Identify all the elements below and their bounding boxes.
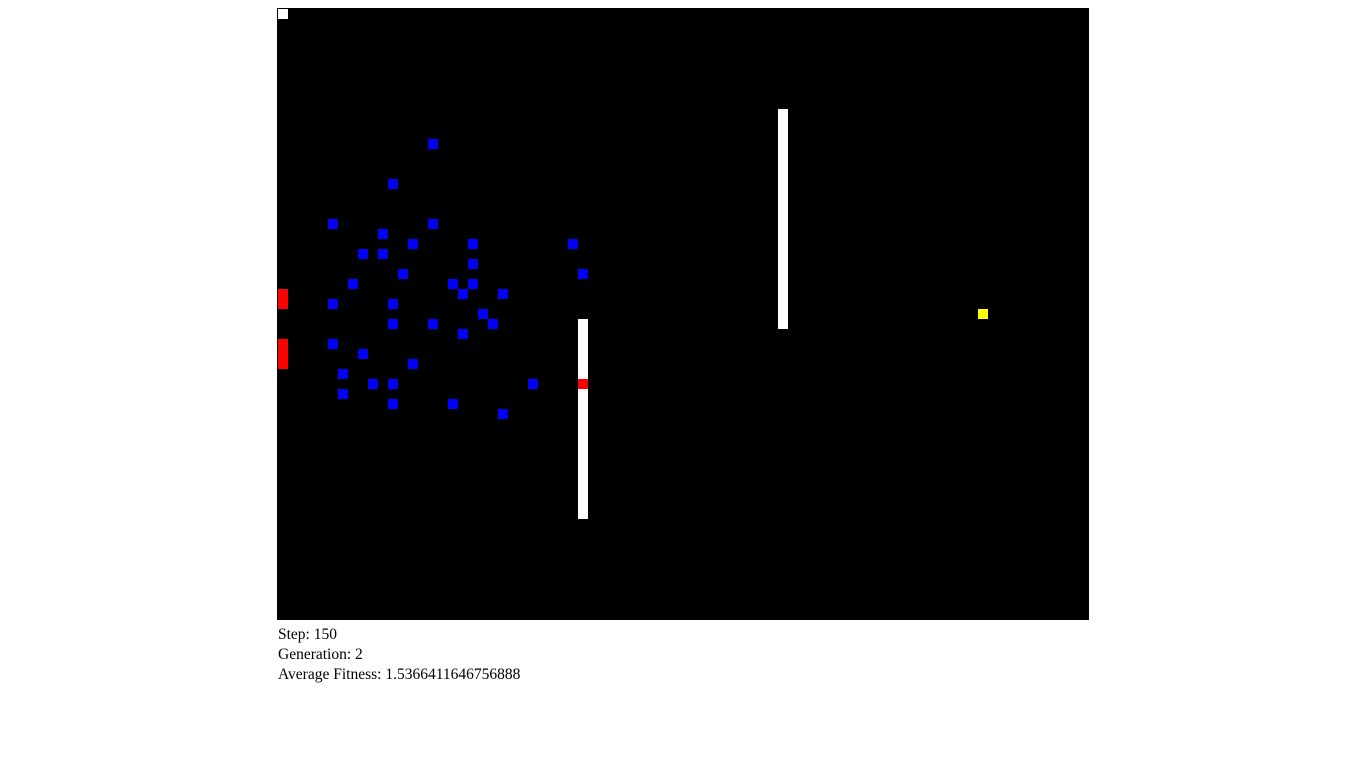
- agent: [498, 409, 508, 419]
- agent: [398, 269, 408, 279]
- fitness-value: 1.5366411646756888: [385, 666, 521, 683]
- agent: [388, 319, 398, 329]
- agent: [568, 239, 578, 249]
- agent: [388, 379, 398, 389]
- agent: [478, 309, 488, 319]
- agent: [338, 369, 348, 379]
- spawn-marker: [278, 9, 288, 19]
- stats-panel: Step: 150 Generation: 2 Average Fitness:…: [278, 625, 520, 685]
- agent: [358, 249, 368, 259]
- agent: [408, 359, 418, 369]
- step-label: Step:: [278, 626, 310, 643]
- agent: [388, 399, 398, 409]
- agent: [458, 289, 468, 299]
- fitness-label: Average Fitness:: [278, 666, 382, 683]
- agent: [488, 319, 498, 329]
- agent: [578, 269, 588, 279]
- agent: [498, 289, 508, 299]
- agent: [468, 239, 478, 249]
- game-canvas: [277, 8, 1089, 620]
- agent: [448, 399, 458, 409]
- goal-target: [978, 309, 988, 319]
- average-fitness: Average Fitness: 1.5366411646756888: [278, 665, 520, 685]
- agent: [468, 259, 478, 269]
- agent: [388, 179, 398, 189]
- agent: [428, 139, 438, 149]
- agent: [458, 329, 468, 339]
- hazard-left-2: [278, 339, 288, 369]
- agent: [428, 319, 438, 329]
- agent: [338, 389, 348, 399]
- step-counter: Step: 150: [278, 625, 520, 645]
- agent: [368, 379, 378, 389]
- agent: [378, 249, 388, 259]
- agent: [358, 349, 368, 359]
- agent: [468, 279, 478, 289]
- generation-counter: Generation: 2: [278, 645, 520, 665]
- agent: [408, 239, 418, 249]
- wall-right: [778, 109, 788, 329]
- agent: [328, 339, 338, 349]
- agent: [528, 379, 538, 389]
- wall-left: [578, 319, 588, 519]
- hazard-left-1: [278, 289, 288, 309]
- hazard-wall: [578, 379, 588, 389]
- agent: [328, 299, 338, 309]
- agent: [328, 219, 338, 229]
- agent: [378, 229, 388, 239]
- simulation-app: Step: 150 Generation: 2 Average Fitness:…: [0, 0, 1366, 768]
- agent: [388, 299, 398, 309]
- generation-label: Generation:: [278, 646, 352, 663]
- agent: [448, 279, 458, 289]
- agent: [428, 219, 438, 229]
- generation-value: 2: [355, 646, 363, 663]
- step-value: 150: [313, 626, 337, 643]
- agent: [348, 279, 358, 289]
